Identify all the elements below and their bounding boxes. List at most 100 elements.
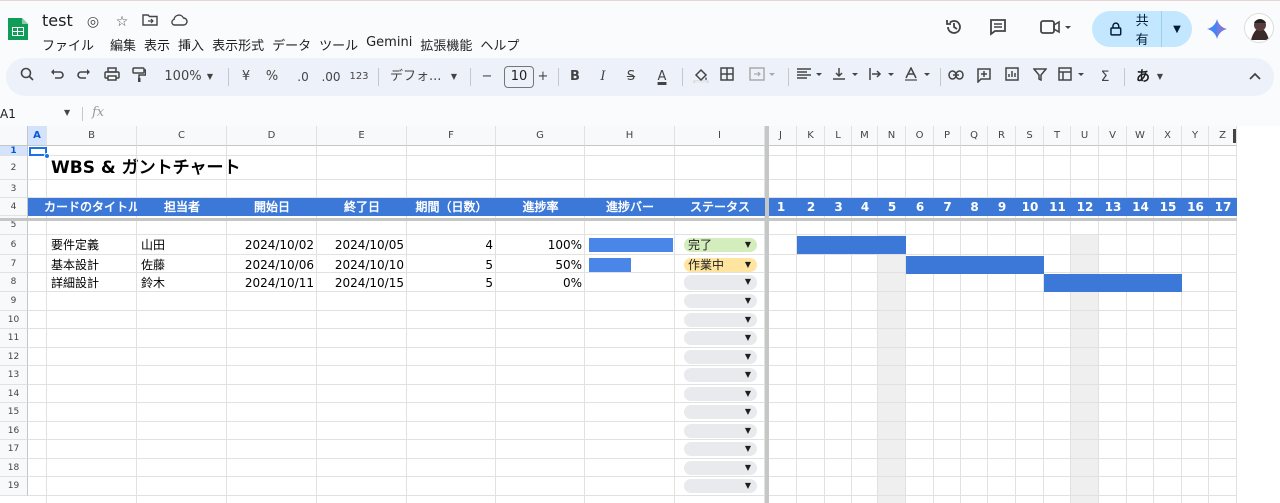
column-header-p[interactable]: P: [934, 126, 961, 146]
meet-icon[interactable]: [1036, 17, 1076, 41]
status-dropdown[interactable]: ▼: [684, 442, 757, 456]
day-header-cell[interactable]: 15: [1154, 198, 1182, 216]
comments-icon[interactable]: [986, 17, 1010, 41]
row-header-17[interactable]: 17: [0, 440, 28, 459]
italic-button[interactable]: I: [596, 67, 610, 87]
column-header-u[interactable]: U: [1071, 126, 1099, 146]
day-header-cell[interactable]: 13: [1099, 198, 1127, 216]
row-header-11[interactable]: 11: [0, 329, 28, 348]
input-tools-caret-icon[interactable]: ▼: [1154, 67, 1166, 87]
menu-view[interactable]: 表示: [136, 35, 170, 54]
task-name-cell[interactable]: 基本設計: [51, 256, 135, 274]
search-menus-icon[interactable]: [18, 67, 36, 87]
fill-color-icon[interactable]: [692, 67, 710, 87]
column-header-j[interactable]: J: [765, 126, 797, 146]
day-header-cell[interactable]: 8: [961, 198, 988, 216]
name-box[interactable]: A1: [0, 107, 16, 121]
column-header-m[interactable]: M: [852, 126, 878, 146]
duration-cell[interactable]: 5: [409, 256, 493, 274]
column-header-b[interactable]: B: [47, 126, 137, 146]
status-dropdown[interactable]: ▼: [684, 294, 757, 308]
header-cell[interactable]: カードのタイトル: [44, 198, 137, 216]
borders-icon[interactable]: [718, 67, 736, 87]
text-wrapping-icon[interactable]: [866, 67, 898, 87]
strikethrough-button[interactable]: S: [624, 67, 638, 87]
functions-icon[interactable]: Σ: [1096, 67, 1114, 87]
header-cell[interactable]: 終了日: [317, 198, 407, 216]
frozen-row-divider[interactable]: [0, 218, 1237, 221]
version-history-icon[interactable]: [942, 17, 966, 41]
menu-edit[interactable]: 編集: [102, 35, 136, 54]
horizontal-align-icon[interactable]: [794, 67, 826, 87]
zoom-select[interactable]: 100%: [163, 67, 203, 87]
progress-cell[interactable]: 100%: [498, 236, 582, 254]
print-icon[interactable]: [103, 67, 121, 87]
column-header-d[interactable]: D: [227, 126, 317, 146]
menu-gemini[interactable]: Gemini: [358, 35, 412, 54]
header-cell[interactable]: 担当者: [137, 198, 227, 216]
day-header-cell[interactable]: 6: [906, 198, 934, 216]
column-header-e[interactable]: E: [317, 126, 407, 146]
share-button[interactable]: 共有 ▼: [1092, 11, 1192, 48]
row-header-1[interactable]: 1: [0, 146, 28, 156]
task-name-cell[interactable]: 要件定義: [51, 236, 135, 254]
merge-cells-icon[interactable]: [746, 67, 780, 87]
insert-link-icon[interactable]: [946, 67, 966, 87]
cloud-status-icon[interactable]: [170, 13, 188, 31]
spreadsheet-grid[interactable]: WBS & ガントチャート ABCDEFGHIJKLMNOPQRSTUVWXYZ…: [0, 126, 1280, 503]
column-header-c[interactable]: C: [137, 126, 227, 146]
task-name-cell[interactable]: 詳細設計: [51, 274, 135, 292]
end-date-cell[interactable]: 2024/10/10: [319, 256, 404, 274]
document-title[interactable]: test: [42, 11, 73, 30]
start-date-cell[interactable]: 2024/10/02: [229, 236, 314, 254]
menu-format[interactable]: 表示形式: [204, 35, 264, 54]
sync-icon[interactable]: ◎: [84, 13, 102, 31]
progress-cell[interactable]: 50%: [498, 256, 582, 274]
text-rotation-icon[interactable]: [902, 66, 934, 87]
status-dropdown[interactable]: ▼: [684, 479, 757, 493]
status-dropdown[interactable]: ▼: [684, 313, 757, 327]
row-header-7[interactable]: 7: [0, 255, 28, 273]
input-tools-button[interactable]: あ: [1134, 67, 1152, 87]
collapse-toolbar-icon[interactable]: [1246, 67, 1264, 87]
row-header-3[interactable]: 3: [0, 180, 28, 198]
row-header-14[interactable]: 14: [0, 385, 28, 403]
column-header-y[interactable]: Y: [1182, 126, 1209, 146]
font-caret-icon[interactable]: ▼: [448, 67, 460, 87]
undo-icon[interactable]: [48, 67, 66, 87]
day-header-cell[interactable]: 2: [797, 198, 825, 216]
increase-decimal-button[interactable]: .00: [320, 67, 342, 87]
column-header-s[interactable]: S: [1016, 126, 1044, 146]
owner-cell[interactable]: 山田: [141, 236, 225, 254]
header-cell[interactable]: 開始日: [227, 198, 317, 216]
status-dropdown[interactable]: 作業中 ▼: [684, 258, 757, 272]
select-all-corner[interactable]: [0, 126, 28, 146]
font-select[interactable]: デフォ...: [390, 67, 444, 87]
font-size-input[interactable]: 10: [504, 66, 534, 88]
column-header-o[interactable]: O: [906, 126, 934, 146]
column-header-h[interactable]: H: [585, 126, 675, 146]
day-header-cell[interactable]: 12: [1071, 198, 1099, 216]
status-dropdown[interactable]: ▼: [684, 461, 757, 475]
row-header-2[interactable]: 2: [0, 156, 28, 180]
increase-font-size-button[interactable]: +: [536, 67, 550, 87]
row-header-10[interactable]: 10: [0, 311, 28, 329]
status-dropdown[interactable]: ▼: [684, 424, 757, 438]
row-header-18[interactable]: 18: [0, 459, 28, 477]
column-header-v[interactable]: V: [1099, 126, 1127, 146]
bold-button[interactable]: B: [568, 67, 582, 87]
menu-help[interactable]: ヘルプ: [472, 35, 519, 54]
row-header-4[interactable]: 4: [0, 198, 28, 216]
progress-cell[interactable]: 0%: [498, 274, 582, 292]
column-header-w[interactable]: W: [1127, 126, 1154, 146]
percent-format-button[interactable]: %: [264, 67, 280, 87]
column-header-t[interactable]: T: [1044, 126, 1071, 146]
insert-chart-icon[interactable]: [1002, 67, 1022, 87]
menu-data[interactable]: データ: [264, 35, 311, 54]
status-dropdown[interactable]: ▼: [684, 350, 757, 364]
star-icon[interactable]: ☆: [113, 13, 131, 31]
move-folder-icon[interactable]: [141, 13, 159, 31]
frozen-column-divider[interactable]: [765, 126, 769, 503]
status-dropdown[interactable]: ▼: [684, 275, 757, 289]
paint-format-icon[interactable]: [130, 67, 148, 87]
